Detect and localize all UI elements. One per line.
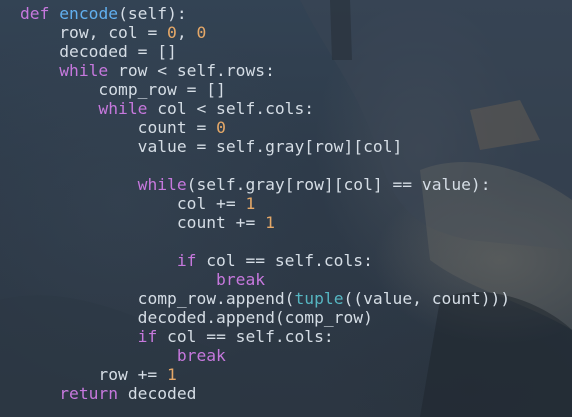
code-line: while row < self.rows: [20,61,510,80]
code-token: while [59,61,109,80]
code-line: if col == self.cols: [20,251,510,270]
code-line: decoded.append(comp_row) [20,308,510,327]
code-line: count = 0 [20,118,510,137]
code-token: value = self.gray[row][col] [137,137,403,156]
code-line: while(self.gray[row][col] == value): [20,175,510,194]
code-line: def encode(self): [20,4,510,23]
code-token: row += [98,365,168,384]
code-line: row += 1 [20,365,510,384]
code-editor[interactable]: def encode(self): row, col = 0, 0 decode… [0,0,572,417]
code-token: 0 [216,118,226,137]
code-token: if [176,251,197,270]
code-line: row, col = 0, 0 [20,23,510,42]
code-token: col == self.cols: [157,327,334,346]
code-token: return [59,384,119,403]
code-line: while col < self.cols: [20,99,510,118]
code-token: if [137,327,158,346]
code-line: decoded = [] [20,42,510,61]
code-token: break [176,346,226,365]
code-token: col += [176,194,246,213]
code-token: decoded [118,384,197,403]
code-token: 1 [167,365,177,384]
code-token: 1 [245,194,256,213]
code-line: return decoded [20,384,510,403]
code-token: row, col = [59,23,168,42]
code-token: decoded = [] [59,42,177,61]
code-token: decoded.append(comp_row) [137,308,373,327]
code-line: count += 1 [20,213,510,232]
code-token: 1 [265,213,275,232]
code-token: def [20,4,50,23]
code-token: col == self.cols: [196,251,373,270]
code-token: encode [59,4,119,23]
code-block: def encode(self): row, col = 0, 0 decode… [20,4,510,403]
code-token: , [176,23,197,42]
code-token: break [216,270,266,289]
code-token: count += [176,213,266,232]
code-token: 0 [167,23,177,42]
code-token: 0 [196,23,207,42]
code-token: tuple [294,289,344,308]
code-token: ((value, count))) [343,289,511,308]
code-token: while [137,175,187,194]
code-line: value = self.gray[row][col] [20,137,510,156]
code-token: row < self.rows: [108,61,275,80]
code-token: (self): [118,4,187,23]
code-token: count = [137,118,217,137]
code-line: break [20,270,510,289]
code-token: (self.gray[row][col] == value): [186,175,491,194]
code-token: comp_row = [] [98,80,226,99]
code-line: col += 1 [20,194,510,213]
code-token: while [98,99,148,118]
code-line: break [20,346,510,365]
code-line: comp_row = [] [20,80,510,99]
code-line: comp_row.append(tuple((value, count))) [20,289,511,308]
code-token: comp_row.append( [137,289,295,308]
code-token: col < self.cols: [147,99,315,118]
code-line: if col == self.cols: [20,327,510,346]
